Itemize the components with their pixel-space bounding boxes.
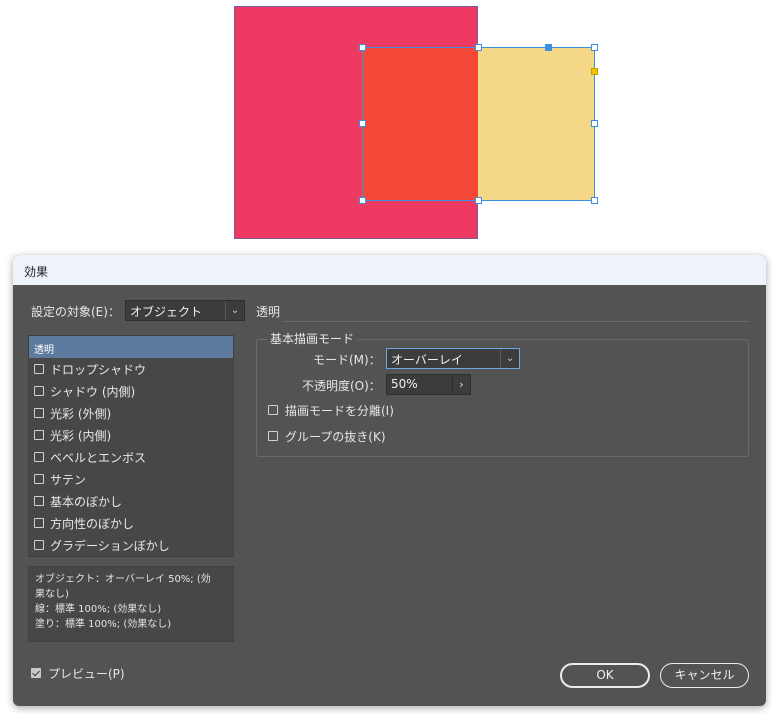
handle-top-middle[interactable] <box>475 44 482 51</box>
chevron-down-icon: ⌄ <box>225 301 244 320</box>
handle-bottom-right[interactable] <box>591 197 598 204</box>
mode-label: モード(M)： <box>313 353 381 367</box>
dialog-titlebar[interactable]: 効果 <box>13 255 766 285</box>
opacity-label: 不透明度(O)： <box>302 379 381 393</box>
list-item-inner-glow[interactable]: 光彩 (内側) <box>29 424 233 446</box>
list-item-directional-feather[interactable]: 方向性のぼかし <box>29 512 233 534</box>
handle-top-right[interactable] <box>591 44 598 51</box>
handle-middle-right[interactable] <box>591 120 598 127</box>
target-value: オブジェクト <box>130 305 203 319</box>
knockout-label: グループの抜き(K) <box>285 430 386 444</box>
checkbox[interactable] <box>34 496 44 506</box>
handle-middle-left[interactable] <box>359 120 366 127</box>
handle-bottom-left[interactable] <box>359 197 366 204</box>
effects-dialog: 効果 設定の対象(E)： オブジェクト ⌄ 透明 透明 ドロップシャドウ シャド… <box>13 255 766 706</box>
corner-effect-handle[interactable] <box>591 68 598 75</box>
preview-checkbox[interactable] <box>31 668 41 678</box>
effects-summary: オブジェクト：オーバーレイ 50%; (効 果なし) 線：標準 100%; (効… <box>28 566 234 642</box>
section-divider <box>283 321 749 322</box>
list-item-transparency[interactable]: 透明 <box>29 336 233 358</box>
selection-frame[interactable] <box>362 47 595 201</box>
effects-list: 透明 ドロップシャドウ シャドウ (内側) 光彩 (外側) 光彩 (内側) ベベ… <box>28 335 234 557</box>
list-item-gradient-feather[interactable]: グラデーションぼかし <box>29 534 233 556</box>
mode-dropdown[interactable]: オーバーレイ ⌄ <box>386 348 520 369</box>
dialog-title: 効果 <box>24 265 49 279</box>
handle-top-left[interactable] <box>359 44 366 51</box>
target-label: 設定の対象(E)： <box>31 305 120 319</box>
checkbox[interactable] <box>34 452 44 462</box>
isolate-label: 描画モードを分離(I) <box>285 404 394 418</box>
document-canvas[interactable] <box>0 0 777 250</box>
section-header: 透明 <box>256 305 281 319</box>
list-item-satin[interactable]: サテン <box>29 468 233 490</box>
list-item-basic-feather[interactable]: 基本のぼかし <box>29 490 233 512</box>
target-dropdown[interactable]: オブジェクト ⌄ <box>125 300 245 321</box>
blend-group-title: 基本描画モード <box>267 330 358 347</box>
opacity-value: 50% <box>391 377 418 391</box>
cancel-button[interactable]: キャンセル <box>660 663 749 688</box>
checkbox[interactable] <box>34 364 44 374</box>
knockout-checkbox[interactable] <box>268 431 278 441</box>
list-item-outer-glow[interactable]: 光彩 (外側) <box>29 402 233 424</box>
list-item-bevel-emboss[interactable]: ベベルとエンボス <box>29 446 233 468</box>
checkbox[interactable] <box>34 408 44 418</box>
list-item-drop-shadow[interactable]: ドロップシャドウ <box>29 358 233 380</box>
checkbox[interactable] <box>34 518 44 528</box>
ok-button[interactable]: OK <box>560 663 650 688</box>
checkbox[interactable] <box>34 386 44 396</box>
mode-value: オーバーレイ <box>391 353 463 367</box>
content-grabber-handle[interactable] <box>545 44 552 51</box>
isolate-checkbox[interactable] <box>268 405 278 415</box>
checkbox[interactable] <box>34 474 44 484</box>
chevron-right-icon[interactable]: › <box>452 375 470 394</box>
checkbox[interactable] <box>34 540 44 550</box>
checkbox[interactable] <box>34 430 44 440</box>
handle-bottom-middle[interactable] <box>475 197 482 204</box>
opacity-field[interactable]: 50% › <box>386 374 471 395</box>
list-item-inner-shadow[interactable]: シャドウ (内側) <box>29 380 233 402</box>
preview-label: プレビュー(P) <box>48 667 125 681</box>
chevron-down-icon: ⌄ <box>500 349 519 368</box>
